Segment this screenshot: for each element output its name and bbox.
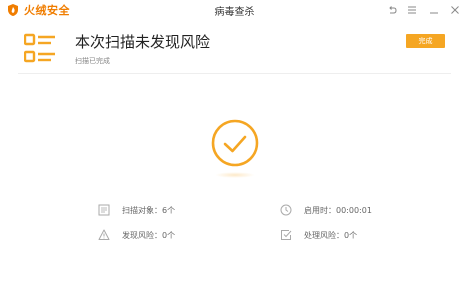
menu-icon (408, 6, 416, 14)
clock-icon (280, 204, 292, 216)
check-circle-icon (211, 119, 259, 167)
stat-separator: ： (336, 230, 344, 240)
header-divider (18, 73, 451, 74)
stat-scan-objects: 扫描对象 ： 6个 (98, 203, 175, 217)
close-button[interactable] (447, 2, 463, 18)
menu-button[interactable] (404, 2, 420, 18)
stat-value: 0个 (162, 230, 176, 240)
scan-status-text: 扫描已完成 (75, 57, 110, 65)
stat-risks-handled: 处理风险 ： 0个 (280, 228, 357, 242)
handled-checkbox-icon (281, 230, 292, 240)
stat-value: 00:00:01 (336, 205, 372, 215)
document-icon (98, 204, 110, 216)
warning-icon (98, 229, 110, 240)
minimize-icon (430, 12, 438, 14)
done-button[interactable]: 完成 (406, 34, 445, 48)
stat-label: 处理风险 (304, 230, 336, 240)
title-bar: 火绒安全 病毒查杀 (0, 0, 469, 20)
close-icon (451, 6, 459, 14)
stat-label: 扫描对象 (122, 205, 154, 215)
brand: 火绒安全 (6, 2, 70, 18)
back-button[interactable] (384, 2, 400, 18)
flame-shield-icon (8, 4, 18, 16)
scan-result-headline: 本次扫描未发现风险 (75, 33, 211, 51)
report-list-icon (24, 33, 55, 63)
minimize-button[interactable] (426, 2, 442, 18)
stat-separator: ： (328, 205, 336, 215)
stat-elapsed-time: 启用时 ： 00:00:01 (280, 203, 372, 217)
stat-value: 0个 (344, 230, 358, 240)
back-icon (389, 6, 397, 14)
stat-label: 发现风险 (122, 230, 154, 240)
stat-value: 6个 (162, 205, 176, 215)
brand-name: 火绒安全 (24, 4, 70, 17)
stat-separator: ： (154, 205, 162, 215)
stat-label: 启用时 (304, 205, 328, 215)
stat-risks-found: 发现风险 ： 0个 (98, 228, 175, 242)
stat-separator: ： (154, 230, 162, 240)
check-shadow (215, 172, 255, 178)
